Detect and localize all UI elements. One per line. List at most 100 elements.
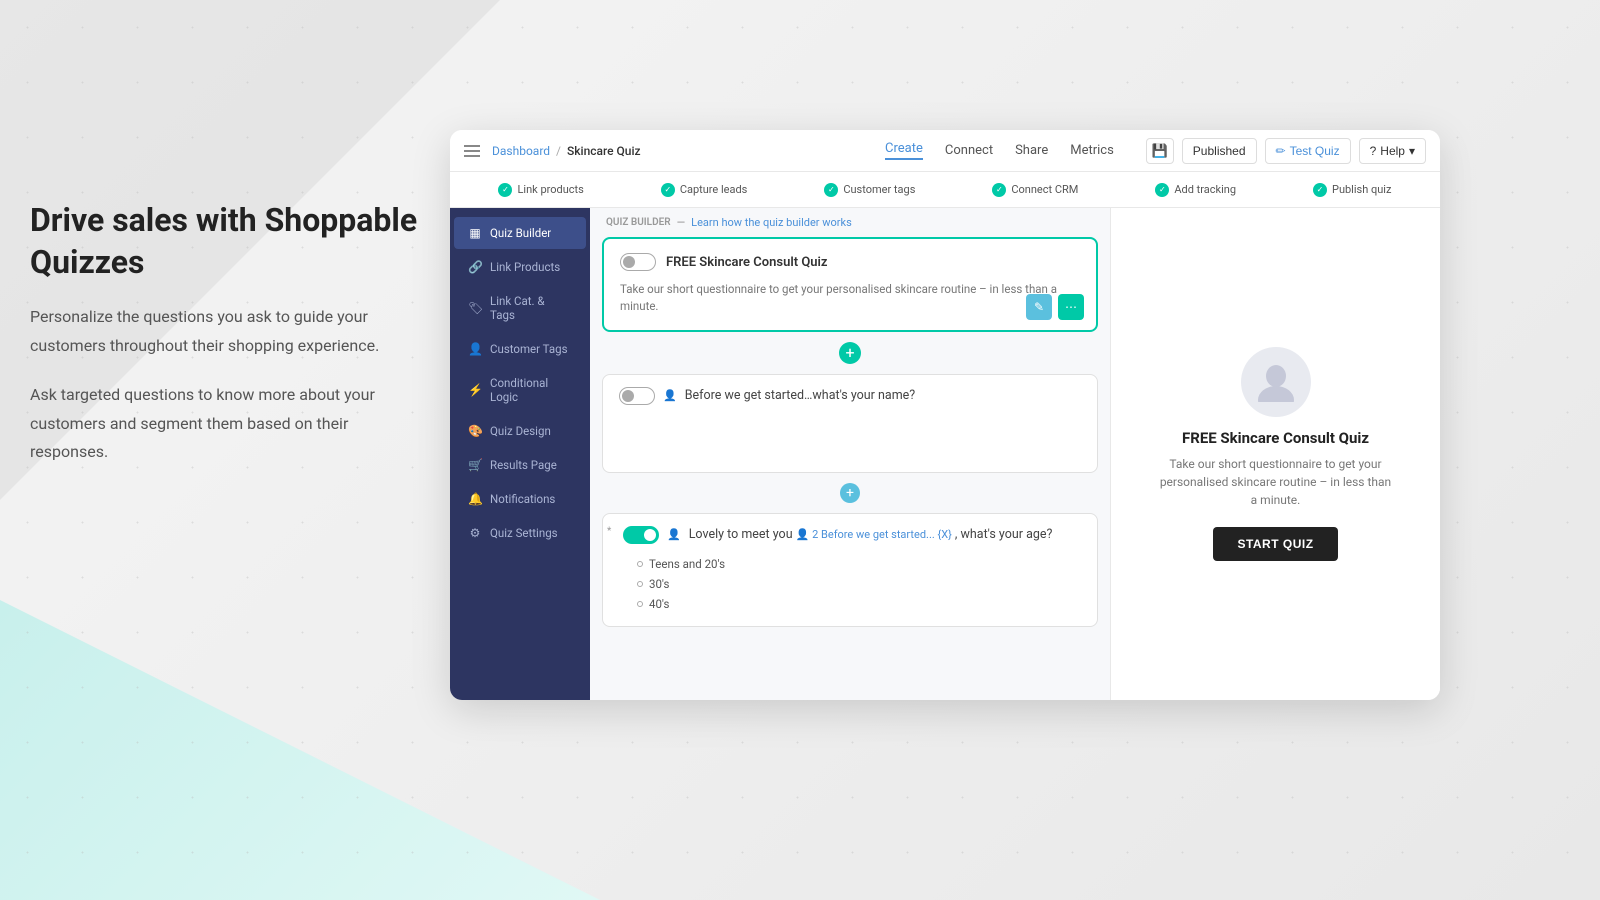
answer-bullet-1: [637, 561, 643, 567]
breadcrumb-separator: /: [556, 144, 561, 158]
sidebar-item-quiz-builder[interactable]: ▦ Quiz Builder: [454, 217, 586, 249]
answer-list-2: Teens and 20's 30's 40's: [623, 554, 1081, 614]
sidebar-label-quiz-builder: Quiz Builder: [490, 226, 551, 240]
question-num-2: *: [607, 526, 611, 537]
sidebar-item-customer-tags[interactable]: 👤 Customer Tags: [454, 333, 586, 365]
answer-item-1: Teens and 20's: [637, 554, 1081, 574]
quiz-edit-button[interactable]: ✎: [1026, 294, 1052, 320]
top-nav: Create Connect Share Metrics: [885, 141, 1114, 160]
builder-header: QUIZ BUILDER — Learn how the quiz builde…: [590, 208, 1110, 237]
paragraph1: Personalize the questions you ask to gui…: [30, 303, 430, 361]
question-header-1: 👤 Before we get started…what's your name…: [619, 387, 1081, 405]
nav-connect[interactable]: Connect: [945, 143, 993, 158]
quiz-more-button[interactable]: ⋯: [1058, 294, 1084, 320]
left-section: Drive sales with Shoppable Quizzes Perso…: [30, 200, 430, 487]
progress-publish-quiz-label: Publish quiz: [1332, 183, 1391, 196]
progress-add-tracking: ✓ Add tracking: [1155, 183, 1236, 197]
customer-tags-icon: 👤: [468, 342, 482, 356]
link-products-icon: 🔗: [468, 260, 482, 274]
avatar-bg: [1241, 347, 1311, 417]
sidebar-label-link-cat-tags: Link Cat. & Tags: [490, 294, 572, 322]
sidebar-item-conditional-logic[interactable]: ⚡ Conditional Logic: [454, 367, 586, 413]
notifications-icon: 🔔: [468, 492, 482, 506]
add-question-button-2[interactable]: +: [840, 483, 860, 503]
sidebar: ▦ Quiz Builder 🔗 Link Products 🏷 Link Ca…: [450, 208, 590, 700]
quiz-toggle[interactable]: [620, 253, 656, 271]
test-quiz-button[interactable]: ✏ Test Quiz: [1265, 138, 1351, 164]
sidebar-item-quiz-settings[interactable]: ⚙ Quiz Settings: [454, 517, 586, 549]
progress-add-tracking-label: Add tracking: [1174, 183, 1236, 196]
builder-header-label: QUIZ BUILDER: [606, 217, 671, 228]
question-card-1: 👤 Before we get started…what's your name…: [602, 374, 1098, 473]
nav-create[interactable]: Create: [885, 141, 923, 160]
question-text-2: Lovely to meet you 👤 2 Before we get sta…: [689, 527, 1053, 542]
learn-link[interactable]: Learn how the quiz builder works: [691, 216, 852, 229]
progress-bar: ✓ Link products ✓ Capture leads ✓ Custom…: [450, 172, 1440, 208]
sidebar-label-notifications: Notifications: [490, 492, 555, 506]
quiz-card-header: FREE Skincare Consult Quiz: [620, 253, 1080, 271]
breadcrumb-dashboard[interactable]: Dashboard: [492, 144, 550, 158]
sidebar-label-quiz-design: Quiz Design: [490, 424, 551, 438]
quiz-card-description: Take our short questionnaire to get your…: [620, 281, 1080, 316]
person-silhouette-icon: [1256, 362, 1296, 402]
answer-label-3: 40's: [649, 597, 669, 611]
paragraph2: Ask targeted questions to know more abou…: [30, 381, 430, 467]
quiz-settings-icon: ⚙: [468, 526, 482, 540]
sidebar-item-results-page[interactable]: 🛒 Results Page: [454, 449, 586, 481]
quiz-design-icon: 🎨: [468, 424, 482, 438]
help-chevron-icon: ▾: [1409, 144, 1415, 158]
answer-bullet-2: [637, 581, 643, 587]
progress-link-products-label: Link products: [517, 183, 583, 196]
question-text-1: Before we get started…what's your name?: [685, 388, 916, 403]
nav-metrics[interactable]: Metrics: [1070, 143, 1114, 158]
start-quiz-button[interactable]: START QUIZ: [1213, 527, 1337, 561]
progress-connect-crm-label: Connect CRM: [1011, 183, 1078, 196]
toggle-knob-2: [644, 529, 656, 541]
headline: Drive sales with Shoppable Quizzes: [30, 200, 430, 283]
question-toggle-2[interactable]: [623, 526, 659, 544]
sidebar-label-link-products: Link Products: [490, 260, 560, 274]
quiz-card-title: FREE Skincare Consult Quiz: [666, 255, 827, 270]
test-quiz-icon: ✏: [1276, 144, 1286, 158]
preview-title: FREE Skincare Consult Quiz: [1182, 429, 1369, 447]
answer-label-1: Teens and 20's: [649, 557, 725, 571]
builder-header-separator: —: [677, 216, 686, 229]
save-button[interactable]: 💾: [1146, 138, 1174, 164]
sidebar-item-quiz-design[interactable]: 🎨 Quiz Design: [454, 415, 586, 447]
question-header-2: 👤 Lovely to meet you 👤 2 Before we get s…: [623, 526, 1081, 544]
question-ref-tag: 👤 2 Before we get started... {X}: [796, 528, 952, 541]
help-icon: ?: [1370, 144, 1377, 158]
sidebar-label-customer-tags: Customer Tags: [490, 342, 568, 356]
quiz-card: FREE Skincare Consult Quiz Take our shor…: [602, 237, 1098, 332]
check-publish-quiz-icon: ✓: [1313, 183, 1327, 197]
menu-icon[interactable]: [464, 145, 480, 157]
nav-share[interactable]: Share: [1015, 143, 1048, 158]
breadcrumb: Dashboard / Skincare Quiz: [492, 144, 641, 158]
breadcrumb-current: Skincare Quiz: [567, 144, 641, 158]
sidebar-item-link-cat-tags[interactable]: 🏷 Link Cat. & Tags: [454, 285, 586, 331]
preview-description: Take our short questionnaire to get your…: [1156, 455, 1396, 509]
question-toggle-1[interactable]: [619, 387, 655, 405]
check-customer-tags-icon: ✓: [824, 183, 838, 197]
question-person-icon-2: 👤: [667, 528, 681, 541]
sidebar-label-conditional-logic: Conditional Logic: [490, 376, 572, 404]
progress-customer-tags: ✓ Customer tags: [824, 183, 915, 197]
check-link-products-icon: ✓: [498, 183, 512, 197]
link-cat-tags-icon: 🏷: [468, 301, 482, 315]
published-button[interactable]: Published: [1182, 138, 1257, 164]
sidebar-item-notifications[interactable]: 🔔 Notifications: [454, 483, 586, 515]
app-window: Dashboard / Skincare Quiz Create Connect…: [450, 130, 1440, 700]
progress-link-products: ✓ Link products: [498, 183, 583, 197]
progress-publish-quiz: ✓ Publish quiz: [1313, 183, 1391, 197]
sidebar-item-link-products[interactable]: 🔗 Link Products: [454, 251, 586, 283]
answer-bullet-3: [637, 601, 643, 607]
preview-avatar: [1241, 347, 1311, 417]
conditional-logic-icon: ⚡: [468, 383, 482, 397]
help-button[interactable]: ? Help ▾: [1359, 138, 1426, 164]
check-add-tracking-icon: ✓: [1155, 183, 1169, 197]
preview-panel: FREE Skincare Consult Quiz Take our shor…: [1110, 208, 1440, 700]
progress-capture-leads: ✓ Capture leads: [661, 183, 748, 197]
question-card-2: * 👤 Lovely to meet you 👤 2 Before we get…: [602, 513, 1098, 627]
answer-label-2: 30's: [649, 577, 669, 591]
add-question-button[interactable]: +: [839, 342, 861, 364]
